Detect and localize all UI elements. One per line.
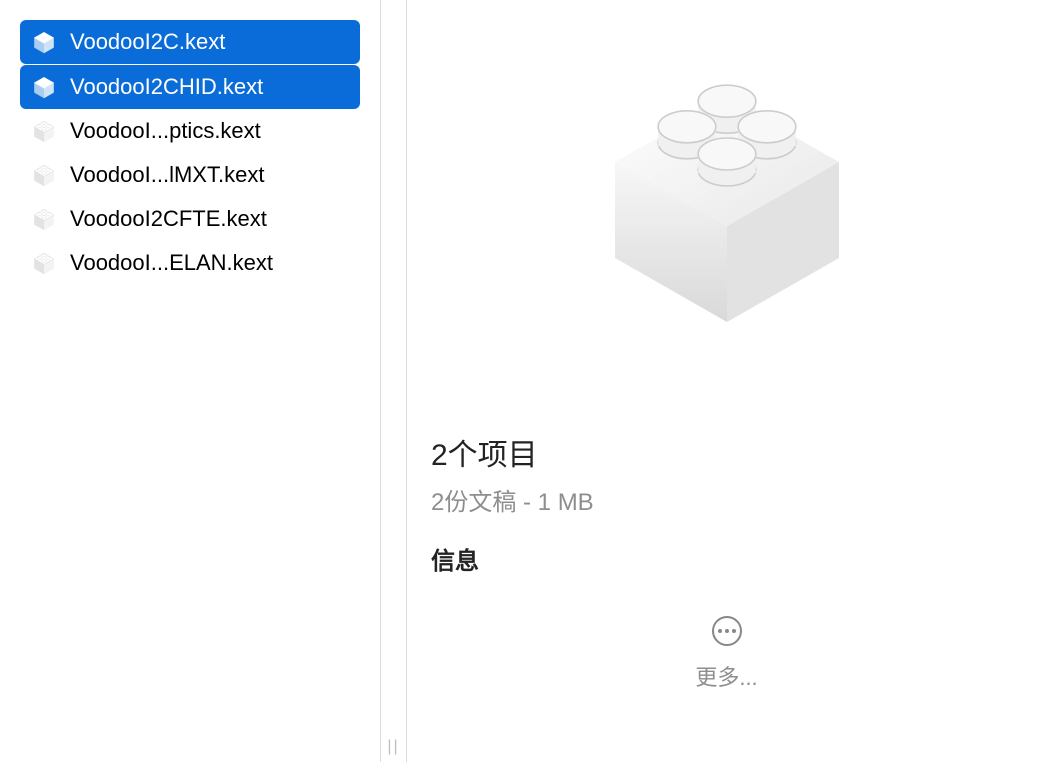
kext-file-icon — [30, 73, 58, 101]
file-name-label: VoodooI2CFTE.kext — [70, 206, 267, 232]
file-name-label: VoodooI...ELAN.kext — [70, 250, 273, 276]
file-name-label: VoodooI...lMXT.kext — [70, 162, 264, 188]
column-divider: || — [380, 0, 406, 762]
kext-file-icon — [30, 205, 58, 233]
file-item[interactable]: VoodooI...ptics.kext — [20, 109, 360, 153]
info-section-header: 信息 — [431, 541, 1022, 576]
preview-pane: 2个项目 2份文稿 - 1 MB 信息 更多... — [406, 0, 1046, 762]
kext-file-icon — [30, 117, 58, 145]
file-list: VoodooI2C.kext VoodooI2CHID.kext VoodooI… — [20, 20, 360, 285]
preview-title: 2个项目 — [431, 430, 1022, 474]
kext-file-icon — [30, 249, 58, 277]
file-item[interactable]: VoodooI2CHID.kext — [20, 65, 360, 109]
kext-file-icon — [30, 28, 58, 56]
ellipsis-circle-icon[interactable] — [712, 616, 742, 646]
kext-preview-icon — [557, 30, 897, 390]
preview-subtitle: 2份文稿 - 1 MB — [431, 482, 1022, 517]
file-item[interactable]: VoodooI2C.kext — [20, 20, 360, 64]
file-name-label: VoodooI2C.kext — [70, 29, 225, 55]
more-button[interactable]: 更多... — [431, 660, 1022, 692]
file-item[interactable]: VoodooI2CFTE.kext — [20, 197, 360, 241]
kext-file-icon — [30, 161, 58, 189]
file-item[interactable]: VoodooI...lMXT.kext — [20, 153, 360, 197]
file-name-label: VoodooI2CHID.kext — [70, 74, 263, 100]
file-list-column: VoodooI2C.kext VoodooI2CHID.kext VoodooI… — [0, 0, 380, 762]
resize-handle-icon[interactable]: || — [387, 738, 399, 756]
file-name-label: VoodooI...ptics.kext — [70, 118, 261, 144]
preview-info: 2个项目 2份文稿 - 1 MB 信息 更多... — [431, 430, 1022, 692]
file-item[interactable]: VoodooI...ELAN.kext — [20, 241, 360, 285]
